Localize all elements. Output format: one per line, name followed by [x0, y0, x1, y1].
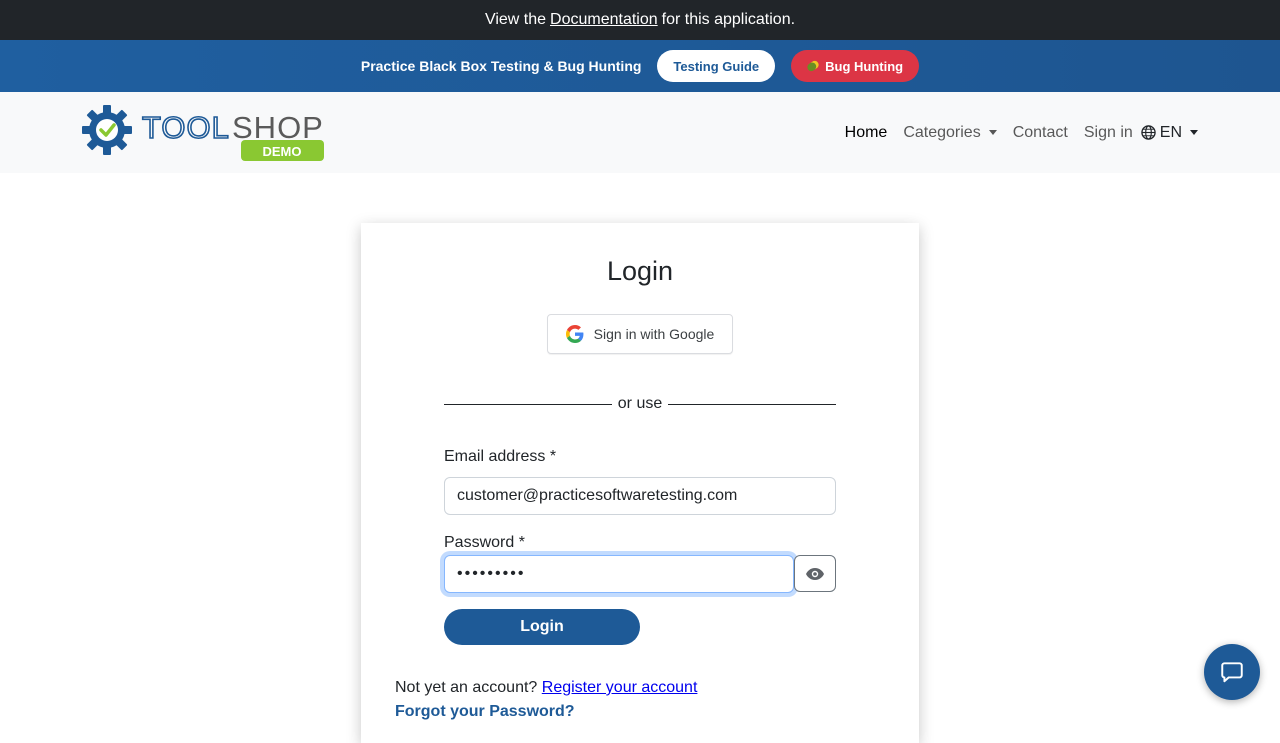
google-icon	[565, 325, 584, 343]
svg-text:DEMO: DEMO	[263, 144, 302, 159]
no-account-text: Not yet an account?	[395, 679, 538, 696]
toggle-password-button[interactable]	[794, 555, 836, 592]
chat-button[interactable]	[1204, 644, 1260, 700]
google-sign-in-button[interactable]: Sign in with Google	[547, 314, 733, 354]
or-divider: or use	[444, 394, 836, 414]
email-field[interactable]	[444, 477, 836, 515]
nav-sign-in[interactable]: Sign in	[1084, 124, 1133, 142]
svg-text:SHOP: SHOP	[232, 110, 324, 145]
toolshop-logo[interactable]: TOOL SHOP DEMO	[82, 105, 332, 161]
chevron-down-icon	[988, 130, 997, 135]
banner-prefix: View the	[484, 11, 547, 28]
language-label: EN	[1159, 123, 1182, 141]
nav-categories[interactable]: Categories	[903, 123, 997, 142]
language-selector[interactable]: EN	[1141, 124, 1198, 142]
chevron-down-icon	[1190, 130, 1198, 135]
register-link[interactable]: Register your account	[542, 679, 698, 696]
nav-home[interactable]: Home	[845, 124, 888, 142]
navbar: TOOL SHOP DEMO Home Categories Contact S…	[0, 92, 1280, 173]
gear-logo-icon: TOOL SHOP DEMO	[82, 105, 324, 161]
password-field[interactable]	[444, 555, 794, 593]
password-label: Password *	[444, 534, 525, 551]
practice-bar: Practice Black Box Testing & Bug Hunting…	[0, 40, 1280, 92]
banner-suffix: for this application.	[661, 11, 796, 28]
nav-categories-label: Categories	[903, 123, 981, 141]
divider-line	[444, 403, 612, 405]
forgot-password-link[interactable]: Forgot your Password?	[395, 703, 575, 721]
divider-line	[668, 403, 836, 405]
page-title: Login	[606, 256, 674, 286]
bug-hunting-label: Bug Hunting	[825, 58, 904, 74]
login-card: Login Sign in with Google or use Email a…	[361, 223, 919, 743]
nav-contact[interactable]: Contact	[1013, 124, 1068, 142]
chat-icon	[1221, 662, 1243, 683]
bug-hunting-button[interactable]: Bug Hunting	[791, 50, 920, 82]
eye-icon	[806, 567, 824, 580]
svg-text:TOOL: TOOL	[142, 110, 230, 145]
testing-guide-label: Testing Guide	[673, 58, 760, 74]
globe-icon	[1141, 125, 1156, 140]
bug-icon	[805, 59, 821, 73]
nav-links: Home Categories Contact Sign in EN	[845, 92, 1198, 173]
testing-guide-button[interactable]: Testing Guide	[657, 50, 776, 82]
divider-text: or use	[617, 395, 663, 412]
documentation-link[interactable]: Documentation	[550, 11, 658, 29]
documentation-banner: View the Documentation for this applicat…	[0, 0, 1280, 40]
login-button[interactable]: Login	[444, 609, 640, 645]
practice-text: Practice Black Box Testing & Bug Hunting	[360, 58, 642, 74]
email-label: Email address *	[444, 448, 557, 465]
google-sign-in-label: Sign in with Google	[593, 326, 715, 342]
register-row: Not yet an account? Register your accoun…	[395, 679, 697, 697]
